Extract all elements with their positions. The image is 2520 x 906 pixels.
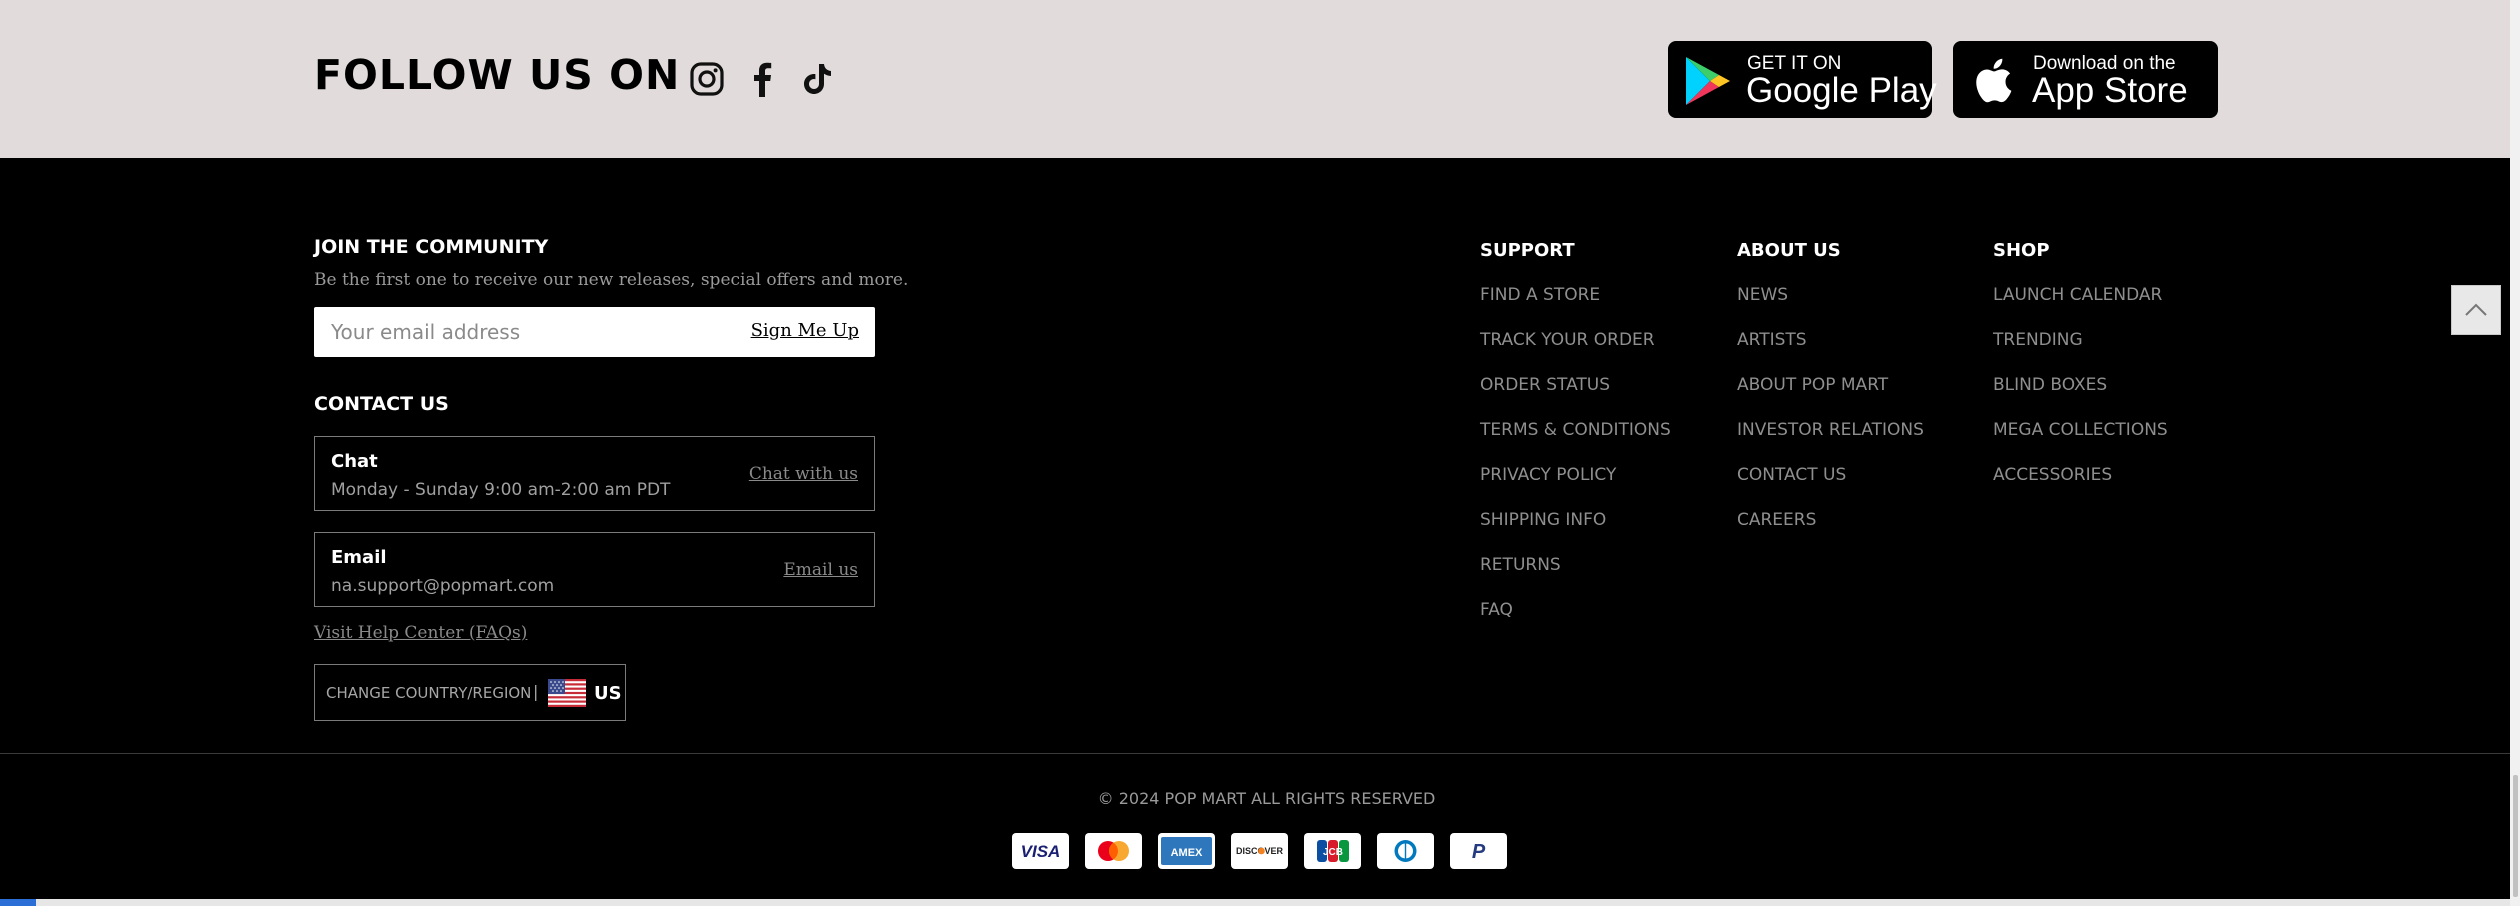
- paypal-icon: P: [1450, 833, 1507, 869]
- svg-text:P: P: [1472, 841, 1486, 863]
- about-link[interactable]: INVESTOR RELATIONS: [1737, 420, 1924, 440]
- jcb-icon: JCB: [1304, 833, 1361, 869]
- shop-link[interactable]: TRENDING: [1993, 330, 2083, 350]
- about-link[interactable]: CAREERS: [1737, 510, 1816, 530]
- shop-link[interactable]: LAUNCH CALENDAR: [1993, 285, 2162, 305]
- app-store-badge[interactable]: Download on the App Store: [1953, 41, 2218, 118]
- email-contact-box: Email na.support@popmart.com Email us: [314, 532, 875, 607]
- facebook-icon[interactable]: [745, 61, 781, 97]
- about-column-title: ABOUT US: [1737, 240, 1841, 261]
- chevron-up-icon: [2465, 303, 2487, 316]
- instagram-icon[interactable]: [689, 61, 725, 97]
- mastercard-icon: [1085, 833, 1142, 869]
- shop-link[interactable]: ACCESSORIES: [1993, 465, 2112, 485]
- about-link[interactable]: ABOUT POP MART: [1737, 375, 1888, 395]
- support-link[interactable]: ORDER STATUS: [1480, 375, 1610, 395]
- back-to-top-button[interactable]: [2451, 285, 2501, 335]
- status-strip-accent: [0, 899, 36, 906]
- footer-divider: [0, 753, 2510, 754]
- region-separator: |: [533, 682, 539, 701]
- newsletter-description: Be the first one to receive our new rele…: [314, 270, 909, 290]
- app-store-big-text: App Store: [2032, 71, 2188, 110]
- copyright-text: © 2024 POP MART ALL RIGHTS RESERVED: [1097, 789, 1436, 808]
- shop-column-title: SHOP: [1993, 240, 2050, 261]
- tiktok-icon[interactable]: [800, 61, 836, 97]
- change-region-button[interactable]: CHANGE COUNTRY/REGION | US: [314, 664, 626, 721]
- chat-hours: Monday - Sunday 9:00 am-2:00 am PDT: [331, 480, 671, 500]
- help-center-link[interactable]: Visit Help Center (FAQs): [314, 623, 527, 643]
- region-code: US: [594, 683, 622, 704]
- newsletter-form: Sign Me Up: [314, 307, 875, 357]
- change-region-label: CHANGE COUNTRY/REGION: [326, 684, 532, 702]
- status-strip: [0, 899, 2510, 906]
- about-link[interactable]: ARTISTS: [1737, 330, 1807, 350]
- chat-with-us-link[interactable]: Chat with us: [749, 464, 858, 484]
- svg-text:JCB: JCB: [1323, 847, 1343, 858]
- support-link[interactable]: SHIPPING INFO: [1480, 510, 1606, 530]
- support-email-address: na.support@popmart.com: [331, 576, 555, 596]
- support-link[interactable]: FIND A STORE: [1480, 285, 1600, 305]
- support-link[interactable]: FAQ: [1480, 600, 1513, 620]
- apple-icon: [1976, 58, 2012, 103]
- svg-text:AMEX: AMEX: [1171, 847, 1203, 859]
- us-flag-icon: [548, 679, 586, 707]
- sign-me-up-button[interactable]: Sign Me Up: [751, 320, 859, 341]
- svg-text:VISA: VISA: [1021, 842, 1061, 861]
- email-input[interactable]: [314, 307, 714, 357]
- support-link[interactable]: RETURNS: [1480, 555, 1561, 575]
- visa-icon: VISA: [1012, 833, 1069, 869]
- follow-bar: FOLLOW US ON GET IT ON Google Play Downl…: [0, 0, 2510, 158]
- email-title: Email: [331, 547, 387, 568]
- newsletter-title: JOIN THE COMMUNITY: [314, 236, 549, 258]
- shop-link[interactable]: MEGA COLLECTIONS: [1993, 420, 2168, 440]
- diners-club-icon: [1377, 833, 1434, 869]
- chat-contact-box: Chat Monday - Sunday 9:00 am-2:00 am PDT…: [314, 436, 875, 511]
- google-play-badge[interactable]: GET IT ON Google Play: [1668, 41, 1937, 118]
- scrollbar-thumb[interactable]: [2513, 775, 2518, 897]
- contact-title: CONTACT US: [314, 393, 449, 415]
- shop-link[interactable]: BLIND BOXES: [1993, 375, 2107, 395]
- support-link[interactable]: TRACK YOUR ORDER: [1480, 330, 1655, 350]
- about-link[interactable]: NEWS: [1737, 285, 1788, 305]
- amex-icon: AMEX: [1158, 833, 1215, 869]
- support-link[interactable]: TERMS & CONDITIONS: [1480, 420, 1671, 440]
- follow-title: FOLLOW US ON: [314, 51, 681, 99]
- page-scrollbar[interactable]: [2510, 0, 2520, 906]
- google-play-icon: [1686, 57, 1730, 105]
- chat-title: Chat: [331, 451, 378, 472]
- discover-icon: DISCOVER: [1231, 833, 1288, 869]
- google-play-big-text: Google Play: [1746, 71, 1937, 110]
- about-link[interactable]: CONTACT US: [1737, 465, 1846, 485]
- support-link[interactable]: PRIVACY POLICY: [1480, 465, 1616, 485]
- support-column-title: SUPPORT: [1480, 240, 1575, 261]
- email-us-link[interactable]: Email us: [783, 560, 858, 580]
